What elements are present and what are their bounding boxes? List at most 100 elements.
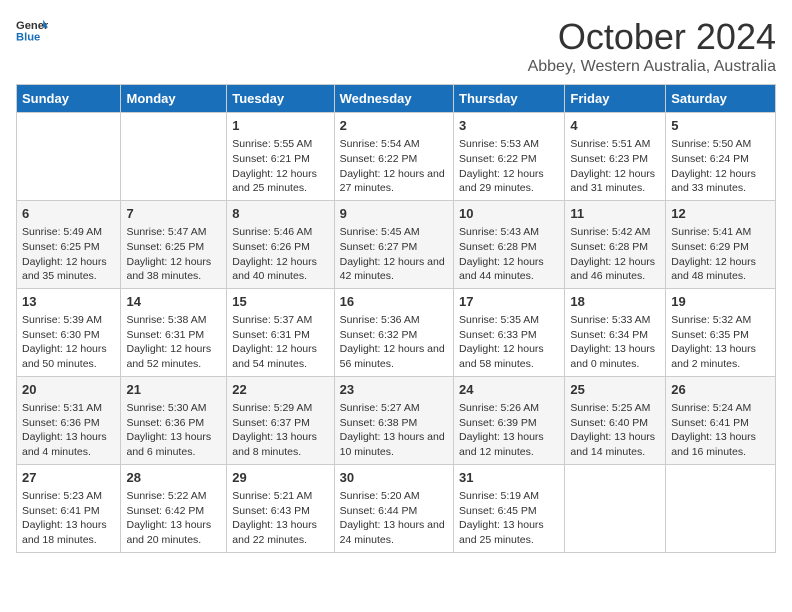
day-number: 22 <box>232 381 328 399</box>
day-number: 17 <box>459 293 559 311</box>
day-number: 5 <box>671 117 770 135</box>
sunrise: Sunrise: 5:41 AM <box>671 225 770 240</box>
daylight: Daylight: 13 hours and 10 minutes. <box>340 430 448 459</box>
calendar-cell: 7Sunrise: 5:47 AMSunset: 6:25 PMDaylight… <box>121 200 227 288</box>
day-number: 16 <box>340 293 448 311</box>
daylight: Daylight: 12 hours and 27 minutes. <box>340 167 448 196</box>
sunrise: Sunrise: 5:51 AM <box>570 137 660 152</box>
sunrise: Sunrise: 5:23 AM <box>22 489 115 504</box>
calendar-cell: 21Sunrise: 5:30 AMSunset: 6:36 PMDayligh… <box>121 376 227 464</box>
daylight: Daylight: 12 hours and 54 minutes. <box>232 342 328 371</box>
sunrise: Sunrise: 5:50 AM <box>671 137 770 152</box>
daylight: Daylight: 12 hours and 33 minutes. <box>671 167 770 196</box>
sunset: Sunset: 6:27 PM <box>340 240 448 255</box>
daylight: Daylight: 12 hours and 58 minutes. <box>459 342 559 371</box>
day-number: 25 <box>570 381 660 399</box>
sunrise: Sunrise: 5:47 AM <box>126 225 221 240</box>
day-number: 13 <box>22 293 115 311</box>
daylight: Daylight: 13 hours and 14 minutes. <box>570 430 660 459</box>
sunset: Sunset: 6:28 PM <box>570 240 660 255</box>
daylight: Daylight: 12 hours and 50 minutes. <box>22 342 115 371</box>
daylight: Daylight: 13 hours and 12 minutes. <box>459 430 559 459</box>
daylight: Daylight: 13 hours and 25 minutes. <box>459 518 559 547</box>
calendar-cell: 25Sunrise: 5:25 AMSunset: 6:40 PMDayligh… <box>565 376 666 464</box>
sunset: Sunset: 6:32 PM <box>340 328 448 343</box>
sunset: Sunset: 6:34 PM <box>570 328 660 343</box>
calendar-cell: 15Sunrise: 5:37 AMSunset: 6:31 PMDayligh… <box>227 288 334 376</box>
sunset: Sunset: 6:28 PM <box>459 240 559 255</box>
sunset: Sunset: 6:41 PM <box>671 416 770 431</box>
day-number: 3 <box>459 117 559 135</box>
calendar-cell: 18Sunrise: 5:33 AMSunset: 6:34 PMDayligh… <box>565 288 666 376</box>
sunset: Sunset: 6:30 PM <box>22 328 115 343</box>
col-saturday: Saturday <box>666 85 776 113</box>
sunrise: Sunrise: 5:36 AM <box>340 313 448 328</box>
calendar-cell: 27Sunrise: 5:23 AMSunset: 6:41 PMDayligh… <box>17 464 121 552</box>
week-row-4: 27Sunrise: 5:23 AMSunset: 6:41 PMDayligh… <box>17 464 776 552</box>
sunset: Sunset: 6:38 PM <box>340 416 448 431</box>
day-number: 31 <box>459 469 559 487</box>
day-number: 28 <box>126 469 221 487</box>
logo-icon: General Blue <box>16 16 48 44</box>
daylight: Daylight: 12 hours and 29 minutes. <box>459 167 559 196</box>
day-number: 24 <box>459 381 559 399</box>
sunset: Sunset: 6:29 PM <box>671 240 770 255</box>
day-number: 20 <box>22 381 115 399</box>
col-wednesday: Wednesday <box>334 85 453 113</box>
daylight: Daylight: 12 hours and 25 minutes. <box>232 167 328 196</box>
sunrise: Sunrise: 5:31 AM <box>22 401 115 416</box>
sunrise: Sunrise: 5:21 AM <box>232 489 328 504</box>
calendar-cell: 16 Sunrise: 5:36 AMSunset: 6:32 PMDayligh… <box>334 288 453 376</box>
calendar-cell: 12Sunrise: 5:41 AMSunset: 6:29 PMDayligh… <box>666 200 776 288</box>
day-number: 18 <box>570 293 660 311</box>
calendar-cell: 8Sunrise: 5:46 AMSunset: 6:26 PMDaylight… <box>227 200 334 288</box>
daylight: Daylight: 13 hours and 2 minutes. <box>671 342 770 371</box>
sunrise: Sunrise: 5:39 AM <box>22 313 115 328</box>
day-number: 1 <box>232 117 328 135</box>
day-number: 10 <box>459 205 559 223</box>
col-friday: Friday <box>565 85 666 113</box>
sunrise: Sunrise: 5:24 AM <box>671 401 770 416</box>
sunset: Sunset: 6:26 PM <box>232 240 328 255</box>
sunrise: Sunrise: 5:38 AM <box>126 313 221 328</box>
daylight: Daylight: 12 hours and 46 minutes. <box>570 255 660 284</box>
sunset: Sunset: 6:31 PM <box>232 328 328 343</box>
col-sunday: Sunday <box>17 85 121 113</box>
sunrise: Sunrise: 5:42 AM <box>570 225 660 240</box>
calendar-cell: 5Sunrise: 5:50 AMSunset: 6:24 PMDaylight… <box>666 113 776 201</box>
day-number: 7 <box>126 205 221 223</box>
sunset: Sunset: 6:36 PM <box>22 416 115 431</box>
calendar-cell: 20Sunrise: 5:31 AMSunset: 6:36 PMDayligh… <box>17 376 121 464</box>
daylight: Daylight: 12 hours and 56 minutes. <box>340 342 448 371</box>
calendar-cell <box>565 464 666 552</box>
sunrise: Sunrise: 5:55 AM <box>232 137 328 152</box>
calendar-cell: 1 Sunrise: 5:55 AMSunset: 6:21 PMDaylight… <box>227 113 334 201</box>
calendar-cell: 29Sunrise: 5:21 AMSunset: 6:43 PMDayligh… <box>227 464 334 552</box>
daylight: Daylight: 13 hours and 20 minutes. <box>126 518 221 547</box>
calendar-cell: 19Sunrise: 5:32 AMSunset: 6:35 PMDayligh… <box>666 288 776 376</box>
sunrise: Sunrise: 5:22 AM <box>126 489 221 504</box>
sunset: Sunset: 6:40 PM <box>570 416 660 431</box>
day-number: 27 <box>22 469 115 487</box>
sunrise: Sunrise: 5:35 AM <box>459 313 559 328</box>
calendar-cell <box>121 113 227 201</box>
daylight: Daylight: 13 hours and 22 minutes. <box>232 518 328 547</box>
sunset: Sunset: 6:22 PM <box>459 152 559 167</box>
calendar-cell <box>666 464 776 552</box>
sunset: Sunset: 6:25 PM <box>126 240 221 255</box>
sunrise: Sunrise: 5:54 AM <box>340 137 448 152</box>
sunset: Sunset: 6:33 PM <box>459 328 559 343</box>
daylight: Daylight: 12 hours and 52 minutes. <box>126 342 221 371</box>
daylight: Daylight: 13 hours and 24 minutes. <box>340 518 448 547</box>
week-row-3: 20 Sunrise: 5:31 AMSunset: 6:36 PM Dayligh… <box>17 376 776 464</box>
calendar-cell: 26Sunrise: 5:24 AMSunset: 6:41 PMDayligh… <box>666 376 776 464</box>
sunset: Sunset: 6:44 PM <box>340 504 448 519</box>
sunset: Sunset: 6:39 PM <box>459 416 559 431</box>
daylight: Daylight: 12 hours and 42 minutes. <box>340 255 448 284</box>
daylight: Daylight: 12 hours and 44 minutes. <box>459 255 559 284</box>
sunset: Sunset: 6:21 PM <box>232 152 328 167</box>
sunset: Sunset: 6:35 PM <box>671 328 770 343</box>
sunrise: Sunrise: 5:20 AM <box>340 489 448 504</box>
calendar-cell: 17 Sunrise: 5:35 AMSunset: 6:33 PMDayligh… <box>454 288 565 376</box>
sunset: Sunset: 6:42 PM <box>126 504 221 519</box>
